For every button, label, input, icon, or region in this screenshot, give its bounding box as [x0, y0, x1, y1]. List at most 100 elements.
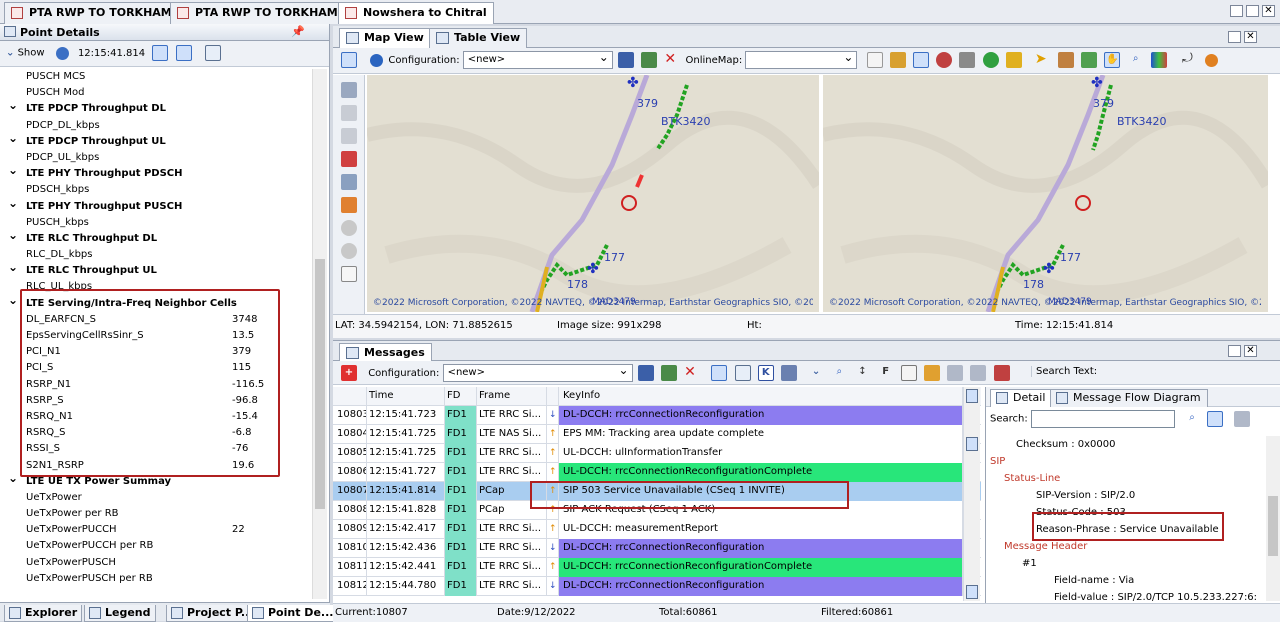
detail-row[interactable]: PDSCH_kbps — [0, 182, 312, 198]
tree-node[interactable]: Message Header — [986, 538, 1264, 555]
home-icon[interactable] — [1058, 52, 1075, 68]
tab-map-view[interactable]: Map View — [339, 28, 431, 48]
show-button[interactable]: ⌄ Show — [6, 47, 45, 59]
scroll-down-icon[interactable] — [966, 585, 978, 599]
list-view-icon[interactable] — [1207, 411, 1224, 427]
detail-view-icon[interactable] — [175, 45, 192, 61]
online-map-select[interactable] — [745, 50, 858, 69]
legend-color-icon[interactable] — [1150, 52, 1167, 68]
doc-tab-pta-2[interactable]: PTA RWP TO TORKHAM — [170, 2, 345, 24]
detail-row[interactable]: PCI_N1 379 — [0, 344, 312, 360]
tab-messages[interactable]: Messages — [339, 343, 432, 361]
delete-icon[interactable]: ✕ — [684, 365, 700, 381]
tab-legend[interactable]: Legend — [84, 605, 156, 622]
group-header[interactable]: LTE PHY Throughput PUSCH — [0, 194, 312, 215]
draw-line-icon[interactable] — [341, 128, 357, 144]
group-header[interactable]: LTE Serving/Intra-Freq Neighbor Cells — [0, 292, 312, 312]
column-header-time[interactable]: Time — [367, 387, 445, 406]
target-icon[interactable] — [1205, 53, 1219, 67]
table-row[interactable]: 10809 12:15:42.417 FD1 LTE RRC Si... ↑ UL-DCC… — [333, 520, 981, 539]
restore-window-button[interactable] — [1230, 5, 1243, 17]
circle-icon[interactable] — [341, 220, 357, 236]
table-row[interactable]: 10804 12:15:41.725 FD1 LTE NAS Si... ↑ EPS MM… — [333, 425, 981, 444]
detail-row[interactable]: PDCP_UL_kbps — [0, 150, 312, 166]
detail-row[interactable]: UeTxPowerPUCCH 22 — [0, 522, 312, 538]
clock-icon[interactable] — [55, 46, 69, 60]
tool-arrow-icon[interactable]: ⤾ — [1182, 52, 1198, 68]
tree-view-icon[interactable] — [734, 365, 751, 381]
restore-panel-button[interactable] — [1228, 31, 1241, 43]
scroll-up-icon[interactable] — [966, 389, 978, 403]
find-icon[interactable]: ⌕ — [831, 365, 847, 381]
zoom-icon[interactable]: ⌕ — [1128, 52, 1144, 68]
table-row[interactable]: 10810 12:15:42.436 FD1 LTE RRC Si... ↓ DL-DCC… — [333, 539, 981, 558]
tree-node[interactable]: Status-Code : 503 — [986, 504, 1264, 521]
close-panel-button[interactable]: ✕ — [1244, 345, 1257, 357]
tab-project[interactable]: Project P... — [166, 605, 259, 622]
detail-row[interactable]: DL_EARFCN_S 3748 — [0, 312, 312, 328]
tree-node[interactable]: Reason-Phrase : Service Unavailable — [986, 521, 1264, 538]
table-row[interactable]: 10811 12:15:42.441 FD1 LTE RRC Si... ↑ UL-DCC… — [333, 558, 981, 577]
sort-icon[interactable]: ↕ — [854, 365, 870, 381]
bookmark-icon[interactable] — [993, 365, 1010, 381]
detail-row[interactable]: UeTxPowerPUCCH per RB — [0, 538, 312, 554]
scrollbar-thumb[interactable] — [966, 437, 978, 451]
table-row[interactable]: 10812 12:15:44.780 FD1 LTE RRC Si... ↓ DL-DCC… — [333, 577, 981, 596]
configuration-select[interactable]: <new> — [462, 50, 613, 69]
group-header[interactable]: LTE PHY Throughput PDSCH — [0, 162, 312, 182]
map-view-right[interactable]: ✤ ✤ 379 BTK3420 177 178 MAD3479 ©2022 Mi… — [823, 75, 1268, 312]
detail-row[interactable]: UeTxPowerPUSCH per RB — [0, 571, 312, 587]
add-icon[interactable]: + — [341, 365, 357, 381]
detail-row[interactable]: EpsServingCellRsSinr_S 13.5 — [0, 328, 312, 344]
detail-row[interactable]: UeTxPower per RB — [0, 506, 312, 522]
filter-icon[interactable]: F — [878, 365, 894, 381]
detail-row[interactable]: RSSI_S -76 — [0, 441, 312, 457]
save-as-icon[interactable] — [641, 52, 658, 68]
refresh-icon[interactable] — [982, 52, 999, 68]
table-row[interactable]: 10805 12:15:41.725 FD1 LTE RRC Si... ↑ UL-DCC… — [333, 444, 981, 463]
key-icon[interactable]: K — [757, 365, 774, 381]
column-header-index[interactable] — [333, 387, 367, 406]
copy-icon[interactable] — [1234, 411, 1251, 427]
column-header-fd[interactable]: FD — [445, 387, 477, 406]
grid-icon[interactable] — [341, 52, 357, 68]
map-view-left[interactable]: ✤ ✤ 379 BTK3420 177 178 MAD3479 ©2022 Mi… — [367, 75, 819, 312]
close-window-button[interactable]: ✕ — [1262, 5, 1275, 17]
group-header[interactable]: LTE PDCP Throughput UL — [0, 130, 312, 150]
tree-node[interactable]: #1 — [986, 555, 1264, 572]
group-header[interactable]: LTE UE TX Power Summay — [0, 470, 312, 490]
collapse-icon[interactable]: ⌄ — [808, 365, 824, 381]
circle-icon[interactable] — [341, 243, 357, 259]
tree-node[interactable]: Status-Line — [986, 470, 1264, 487]
link-icon[interactable] — [912, 52, 929, 68]
tab-point-details[interactable]: Point De... — [247, 605, 339, 622]
pan-hand-icon[interactable]: ✋ — [1104, 52, 1121, 68]
doc-tab-nowshera[interactable]: Nowshera to Chitral — [338, 2, 494, 24]
table-row[interactable]: 10808 12:15:41.828 FD1 PCap ↑ SIP ACK Request… — [333, 501, 981, 520]
pin-icon[interactable]: 📌 — [291, 25, 305, 38]
detail-row[interactable]: RLC_DL_kbps — [0, 247, 312, 263]
messages-scrollbar[interactable] — [963, 387, 980, 601]
detail-row[interactable]: RSRP_N1 -116.5 — [0, 377, 312, 393]
list-view-icon[interactable] — [711, 365, 728, 381]
column-header-keyinfo[interactable]: KeyInfo — [559, 387, 963, 406]
detail-row[interactable]: PUSCH MCS — [0, 69, 312, 85]
select-arrow-icon[interactable]: ➤ — [1035, 52, 1051, 68]
detail-row[interactable]: UeTxPower — [0, 490, 312, 506]
close-panel-button[interactable]: ✕ — [1244, 31, 1257, 43]
detail-row[interactable]: PDCP_DL_kbps — [0, 118, 312, 134]
detail-row[interactable]: PUSCH_kbps — [0, 215, 312, 231]
column-header-frame[interactable]: Frame — [477, 387, 547, 406]
graph-icon[interactable] — [341, 266, 357, 282]
detail-row[interactable]: RSRQ_N1 -15.4 — [0, 409, 312, 425]
globe-icon[interactable] — [936, 52, 953, 68]
restore-panel-button[interactable] — [1228, 345, 1241, 357]
detail-row[interactable]: RSRP_S -96.8 — [0, 393, 312, 409]
column-header-direction[interactable] — [547, 387, 559, 406]
filter-icon[interactable] — [1005, 52, 1022, 68]
tab-message-flow-diagram[interactable]: Message Flow Diagram — [1050, 389, 1208, 407]
tree-node[interactable]: Field-value : SIP/2.0/TCP 10.5.233.227:6… — [986, 589, 1264, 601]
detail-scrollbar[interactable] — [1266, 436, 1280, 601]
group-header[interactable]: LTE RLC Throughput UL — [0, 259, 312, 279]
table-row[interactable]: 10803 12:15:41.723 FD1 LTE RRC Si... ↓ DL-DCC… — [333, 406, 981, 425]
